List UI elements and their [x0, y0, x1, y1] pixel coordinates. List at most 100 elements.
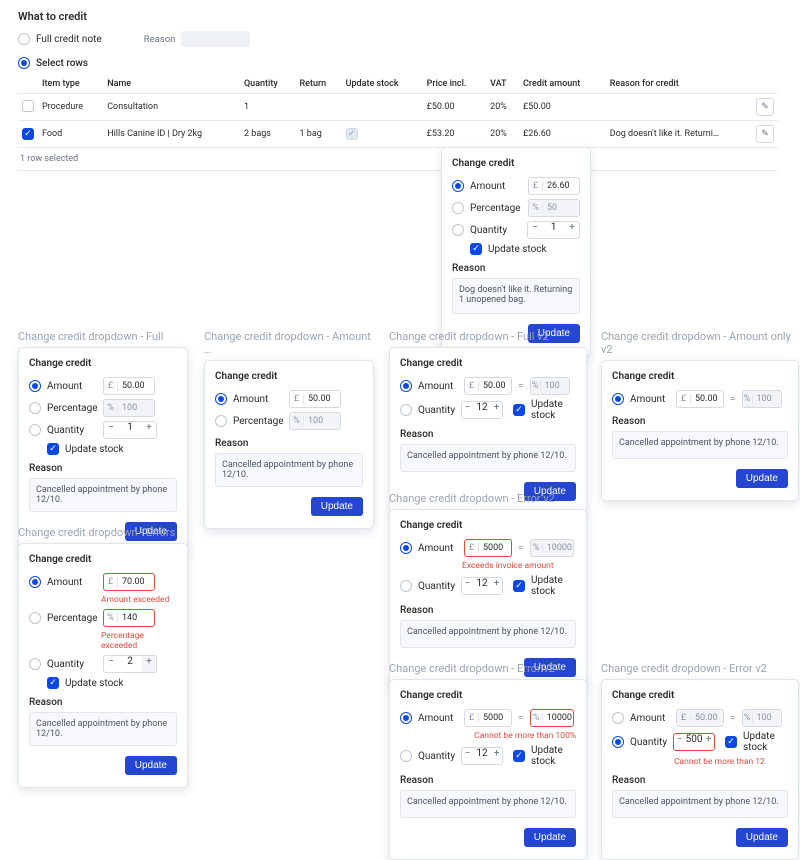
percentage-label: Percentage [470, 203, 522, 214]
row-checkbox[interactable] [22, 128, 34, 140]
reason-textarea[interactable]: Cancelled appointment by phone 12/10. [400, 444, 576, 472]
percent-prefix: % [104, 613, 118, 623]
update-stock-checkbox[interactable] [725, 736, 737, 748]
quantity-radio[interactable] [612, 736, 624, 748]
quantity-stepper[interactable]: −1+ [103, 421, 157, 439]
reason-textarea[interactable]: Cancelled appointment by phone 12/10. [612, 790, 788, 818]
percentage-input[interactable]: %100 [289, 412, 341, 430]
amount-radio[interactable] [29, 380, 41, 392]
update-stock-label: Update stock [531, 575, 576, 597]
reason-textarea[interactable]: Cancelled appointment by phone 12/10. [29, 712, 177, 746]
plus-button[interactable]: + [491, 402, 502, 418]
plus-button[interactable]: + [491, 578, 502, 594]
amount-input[interactable]: £50.00 [289, 390, 341, 408]
plus-button[interactable]: + [142, 422, 156, 438]
plus-button[interactable]: + [565, 222, 579, 238]
edit-row-button[interactable]: ✎ [756, 125, 774, 143]
percentage-input[interactable]: %100 [103, 399, 155, 417]
plus-button[interactable]: + [491, 748, 502, 764]
reason-textarea[interactable]: Cancelled appointment by phone 12/10. [29, 478, 177, 512]
amount-radio[interactable] [29, 576, 41, 588]
percentage-input[interactable]: %140 [103, 609, 155, 627]
plus-button[interactable]: + [703, 734, 714, 750]
update-stock-checkbox[interactable] [47, 443, 59, 455]
quantity-radio[interactable] [29, 658, 41, 670]
amount-radio[interactable] [452, 180, 464, 192]
update-button[interactable]: Update [524, 828, 576, 847]
amount-value: 5000 [479, 713, 507, 723]
amount-input[interactable]: £ 26.60 [528, 177, 580, 195]
amount-radio[interactable] [215, 393, 227, 405]
quantity-stepper[interactable]: −500+ [673, 733, 715, 751]
select-rows-radio[interactable] [18, 57, 30, 69]
amount-input[interactable]: £70.00 [103, 573, 155, 591]
update-button[interactable]: Update [736, 828, 788, 847]
quantity-stepper[interactable]: −2+ [103, 655, 157, 673]
variant-label: Change credit dropdown - Error v2 [601, 662, 799, 675]
reason-textarea[interactable]: Cancelled appointment by phone 12/10. [215, 453, 363, 487]
amount-input[interactable]: £5000 [464, 709, 512, 727]
reason-textarea[interactable]: Cancelled appointment by phone 12/10. [400, 790, 576, 818]
update-stock-checkbox[interactable] [513, 404, 525, 416]
percentage-input[interactable]: %10000 [530, 539, 574, 557]
percentage-radio[interactable] [452, 202, 464, 214]
equals-icon: = [518, 713, 524, 724]
percentage-radio[interactable] [29, 402, 41, 414]
amount-input[interactable]: £50.00 [464, 377, 512, 395]
change-credit-amount-v2-panel: Change credit Amount £50.00 = %100 Reaso… [601, 360, 799, 501]
full-credit-reason-input[interactable] [181, 31, 249, 47]
percentage-input[interactable]: %100 [530, 377, 570, 395]
reason-textarea[interactable]: Dog doesn't like it. Returning 1 unopene… [452, 278, 580, 314]
minus-button[interactable]: − [674, 734, 685, 750]
percentage-radio[interactable] [215, 415, 227, 427]
minus-button[interactable]: − [104, 422, 118, 438]
quantity-stepper[interactable]: −12+ [461, 401, 503, 419]
edit-row-button[interactable]: ✎ [756, 98, 774, 116]
amount-radio[interactable] [400, 542, 412, 554]
quantity-radio[interactable] [400, 404, 412, 416]
quantity-stepper[interactable]: −12+ [461, 577, 503, 595]
percentage-input[interactable]: %10000 [530, 709, 574, 727]
update-button[interactable]: Update [736, 469, 788, 488]
percentage-input[interactable]: %100 [742, 390, 782, 408]
minus-button[interactable]: − [462, 578, 473, 594]
currency-prefix: £ [465, 381, 479, 391]
quantity-radio[interactable] [400, 580, 412, 592]
amount-label: Amount [470, 181, 522, 192]
reason-heading: Reason [612, 775, 788, 786]
minus-button[interactable]: − [528, 222, 542, 238]
quantity-stepper[interactable]: −12+ [461, 747, 503, 765]
reason-textarea[interactable]: Cancelled appointment by phone 12/10. [612, 431, 788, 459]
amount-radio[interactable] [400, 380, 412, 392]
variant-label: Change credit dropdown - Error v2 [389, 662, 587, 675]
reason-textarea[interactable]: Cancelled appointment by phone 12/10. [400, 620, 576, 648]
update-stock-checkbox[interactable] [47, 677, 59, 689]
minus-button[interactable]: − [462, 402, 473, 418]
percentage-input[interactable]: %100 [742, 709, 782, 727]
update-button[interactable]: Update [311, 497, 363, 516]
update-stock-checkbox[interactable] [513, 750, 525, 762]
quantity-radio[interactable] [452, 224, 464, 236]
quantity-stepper[interactable]: − 1 + [527, 221, 580, 239]
amount-radio[interactable] [400, 712, 412, 724]
variant-label: Change credit dropdown - Amount … [204, 330, 374, 356]
percent-value: 10000 [543, 543, 573, 553]
quantity-radio[interactable] [29, 424, 41, 436]
amount-radio[interactable] [612, 712, 624, 724]
percentage-input[interactable]: % 50 [528, 199, 580, 217]
full-credit-radio[interactable] [18, 33, 30, 45]
minus-button[interactable]: − [104, 656, 118, 672]
amount-input[interactable]: £5000 [464, 539, 512, 557]
amount-input[interactable]: £50.00 [103, 377, 155, 395]
minus-button[interactable]: − [462, 748, 473, 764]
quantity-radio[interactable] [400, 750, 412, 762]
percentage-radio[interactable] [29, 612, 41, 624]
update-stock-checkbox[interactable] [470, 243, 482, 255]
plus-button[interactable]: + [142, 656, 156, 672]
amount-radio[interactable] [612, 393, 624, 405]
amount-input[interactable]: £50.00 [676, 709, 724, 727]
row-checkbox[interactable] [22, 100, 34, 112]
amount-input[interactable]: £50.00 [676, 390, 724, 408]
update-stock-checkbox[interactable] [513, 580, 525, 592]
update-button[interactable]: Update [125, 756, 177, 775]
